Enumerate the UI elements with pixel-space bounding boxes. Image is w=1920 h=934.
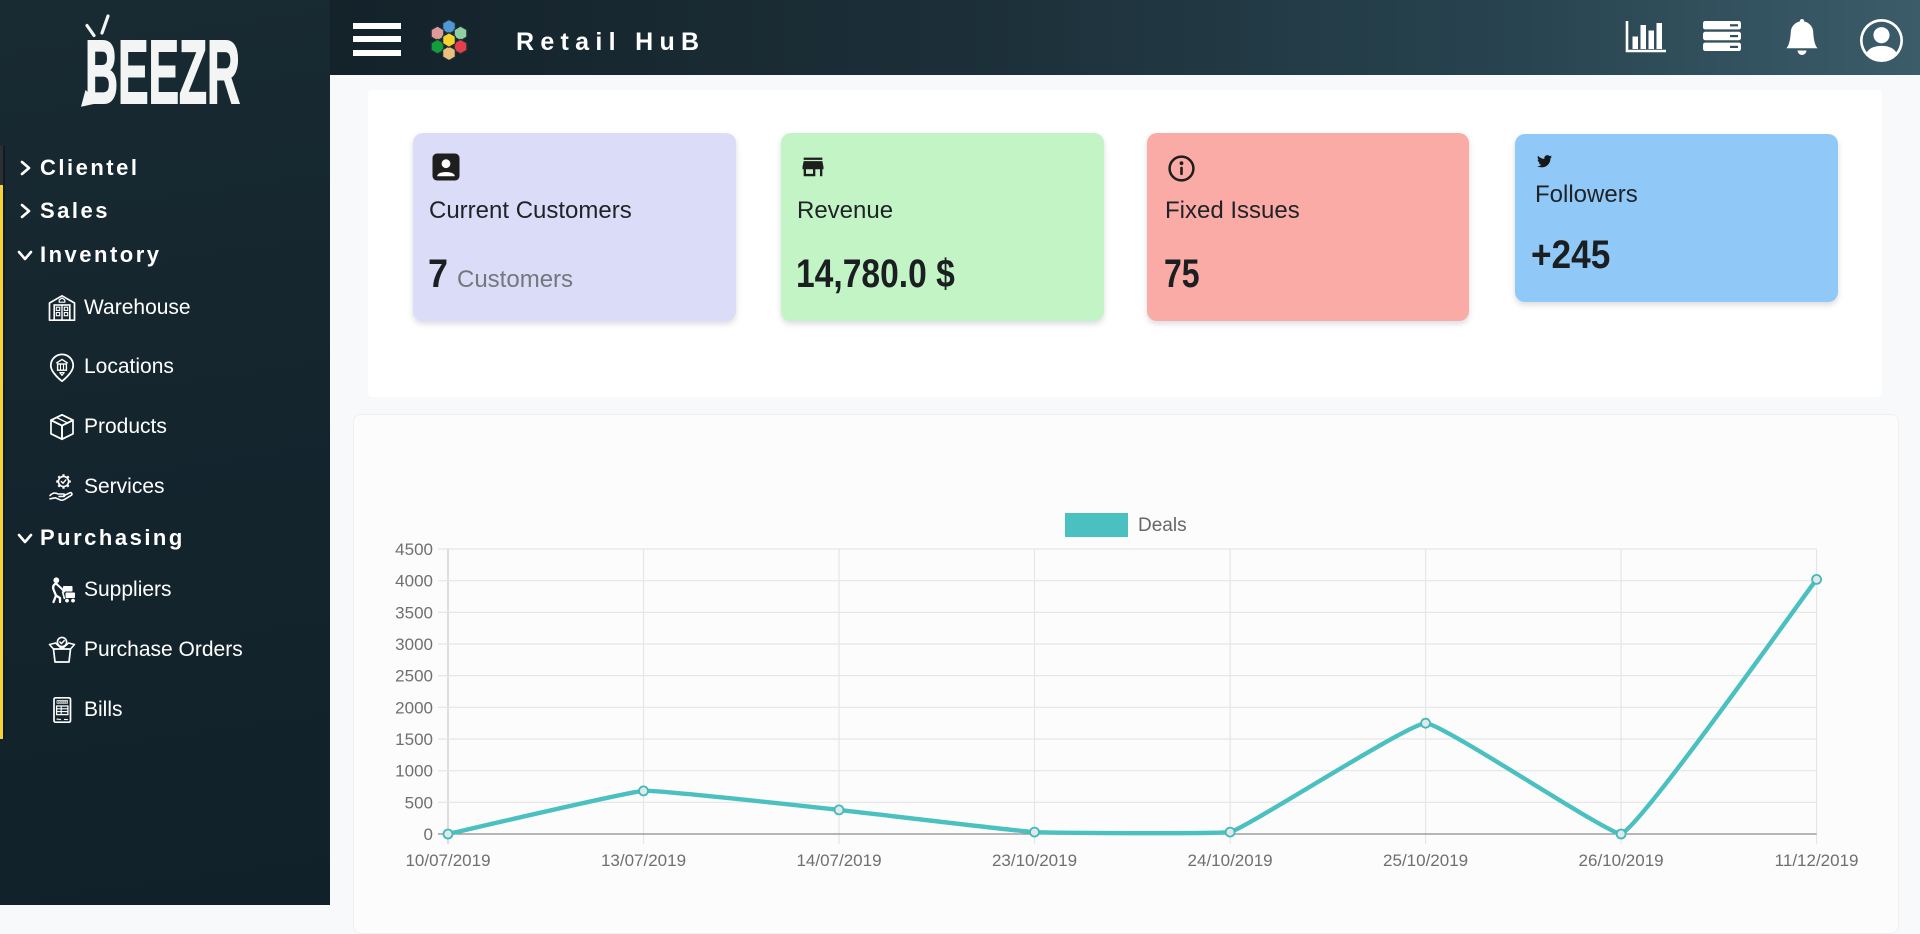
svg-text:2000: 2000: [395, 698, 433, 717]
svg-text:4000: 4000: [395, 572, 433, 591]
svg-text:24/10/2019: 24/10/2019: [1188, 851, 1273, 870]
svg-text:3000: 3000: [395, 635, 433, 654]
svg-text:3500: 3500: [395, 603, 433, 622]
svg-text:25/10/2019: 25/10/2019: [1383, 851, 1468, 870]
svg-text:26/10/2019: 26/10/2019: [1579, 851, 1664, 870]
svg-text:0: 0: [424, 825, 433, 844]
svg-text:10/07/2019: 10/07/2019: [405, 851, 490, 870]
svg-text:23/10/2019: 23/10/2019: [992, 851, 1077, 870]
svg-text:2500: 2500: [395, 667, 433, 686]
svg-text:11/12/2019: 11/12/2019: [1775, 851, 1859, 870]
svg-text:1500: 1500: [395, 730, 433, 749]
svg-text:14/07/2019: 14/07/2019: [796, 851, 881, 870]
svg-text:INVOICE: INVOICE: [57, 700, 68, 704]
svg-text:13/07/2019: 13/07/2019: [601, 851, 686, 870]
svg-text:Deals: Deals: [1138, 515, 1187, 536]
svg-text:1000: 1000: [395, 762, 433, 781]
svg-text:BEEZR: BEEZR: [85, 23, 240, 110]
svg-text:500: 500: [405, 793, 433, 812]
svg-text:4500: 4500: [395, 540, 433, 559]
